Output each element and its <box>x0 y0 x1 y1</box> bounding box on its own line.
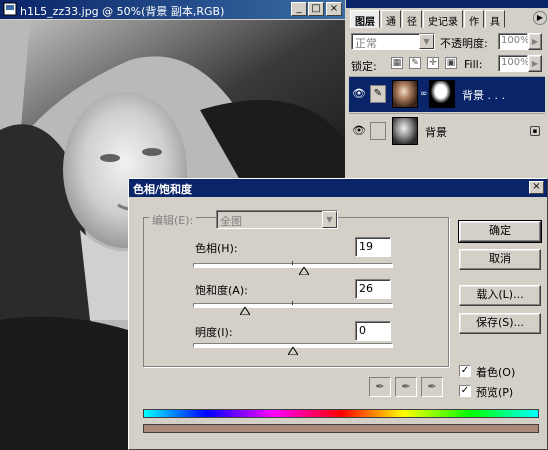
layers-palette: 图层 通 径 史记录 作 具 ▶ 正常 ▼ 不透明度: 100% ▶ 锁定: ▦… <box>346 0 548 178</box>
lock-label: 锁定: <box>351 60 377 73</box>
preview-label: 预览(P) <box>476 386 514 399</box>
ok-button[interactable]: 确定 <box>458 220 542 243</box>
edit-range-value: 全图 <box>220 215 242 228</box>
eyedropper-plus-icon[interactable]: ✒ <box>395 377 417 397</box>
layer-row-background-copy[interactable]: 👁 ✎ ∞ 背景 . . . <box>349 76 545 112</box>
chevron-down-icon: ▼ <box>322 211 337 228</box>
preview-checkbox[interactable]: ✓ <box>459 385 471 397</box>
palette-tabs: 图层 通 径 史记录 作 具 <box>350 10 506 28</box>
tab-history[interactable]: 史记录 <box>423 10 463 28</box>
layer-name: 背景 . . . <box>462 89 505 102</box>
blend-mode-value: 正常 <box>355 37 377 50</box>
layers-palette-titlebar[interactable] <box>346 0 548 8</box>
opacity-field[interactable]: 100% <box>498 33 530 50</box>
saturation-slider-thumb[interactable] <box>240 307 250 315</box>
fill-label: Fill: <box>464 58 483 71</box>
dialog-titlebar[interactable]: 色相/饱和度 × <box>129 179 547 197</box>
colorize-checkbox[interactable]: ✓ <box>459 365 471 377</box>
lock-transparency-icon[interactable]: ▦ <box>391 57 403 69</box>
fill-arrow-icon[interactable]: ▶ <box>528 55 542 72</box>
minimize-button[interactable]: _ <box>291 2 307 16</box>
saturation-input[interactable]: 26 <box>355 279 391 299</box>
load-button[interactable]: 载入(L)... <box>459 285 541 306</box>
lightness-input[interactable]: 0 <box>355 321 391 341</box>
saturation-slider-track[interactable] <box>193 303 393 308</box>
document-title: h1L5_zz33.jpg @ 50%(背景 副本,RGB) <box>20 5 225 18</box>
layer-mask-thumbnail[interactable] <box>429 80 455 108</box>
close-button[interactable]: × <box>529 181 544 194</box>
document-titlebar[interactable]: h1L5_zz33.jpg @ 50%(背景 副本,RGB) _ □ × <box>0 0 345 19</box>
close-button[interactable]: × <box>326 2 342 16</box>
layer-thumbnail <box>392 117 418 145</box>
fill-field[interactable]: 100% <box>498 55 530 72</box>
lightness-slider-thumb[interactable] <box>288 347 298 355</box>
layer-row-background[interactable]: 👁 背景 ▪ <box>349 113 545 149</box>
hue-slider-midmark <box>292 261 293 265</box>
brush-icon[interactable]: ✎ <box>370 85 386 103</box>
save-button[interactable]: 保存(S)... <box>459 313 541 334</box>
hue-slider-thumb[interactable] <box>298 267 309 275</box>
tab-channels[interactable]: 通 <box>381 10 401 28</box>
lock-icon: ▪ <box>530 126 540 136</box>
eye-icon[interactable]: 👁 <box>351 87 367 101</box>
chevron-down-icon: ▼ <box>419 34 434 49</box>
chain-link-icon[interactable]: ∞ <box>420 89 428 99</box>
lock-image-icon[interactable]: ✎ <box>409 57 421 69</box>
lightness-label: 明度(I): <box>195 326 233 339</box>
opacity-arrow-icon[interactable]: ▶ <box>528 33 542 50</box>
layer-name: 背景 <box>425 126 447 139</box>
tab-layers[interactable]: 图层 <box>350 10 380 28</box>
eye-icon[interactable]: 👁 <box>351 124 367 138</box>
saturation-slider-midmark <box>292 301 293 305</box>
blend-mode-select[interactable]: 正常 ▼ <box>351 33 435 50</box>
tab-paths[interactable]: 径 <box>402 10 422 28</box>
lock-position-icon[interactable]: ✛ <box>427 57 439 69</box>
edit-label: 编辑(E): <box>149 212 197 228</box>
hue-slider-track[interactable] <box>193 263 393 268</box>
tab-actions[interactable]: 作 <box>464 10 484 28</box>
tab-tools[interactable]: 具 <box>485 10 505 28</box>
result-color-bar <box>143 424 539 433</box>
layer-thumbnail <box>392 80 418 108</box>
photoshop-doc-icon <box>3 2 17 16</box>
lock-all-icon[interactable]: ▣ <box>445 57 457 69</box>
hue-label: 色相(H): <box>195 242 238 255</box>
palette-menu-button[interactable]: ▶ <box>533 11 547 25</box>
colorize-label: 着色(O) <box>476 366 516 379</box>
cancel-button[interactable]: 取消 <box>459 249 541 270</box>
link-box-empty[interactable] <box>370 122 386 140</box>
opacity-label: 不透明度: <box>440 37 488 50</box>
edit-range-select[interactable]: 全图 ▼ <box>216 210 338 229</box>
spectrum-bar <box>143 409 539 418</box>
hue-input[interactable]: 19 <box>355 237 391 257</box>
saturation-label: 饱和度(A): <box>195 284 248 297</box>
hue-saturation-dialog: 色相/饱和度 × 编辑(E): 全图 ▼ 色相(H): 19 饱和度(A): 2… <box>128 178 548 450</box>
eyedropper-icon[interactable]: ✒ <box>369 377 391 397</box>
dialog-title: 色相/饱和度 <box>133 183 193 196</box>
eyedropper-minus-icon[interactable]: ✒ <box>421 377 443 397</box>
maximize-button[interactable]: □ <box>308 2 324 16</box>
